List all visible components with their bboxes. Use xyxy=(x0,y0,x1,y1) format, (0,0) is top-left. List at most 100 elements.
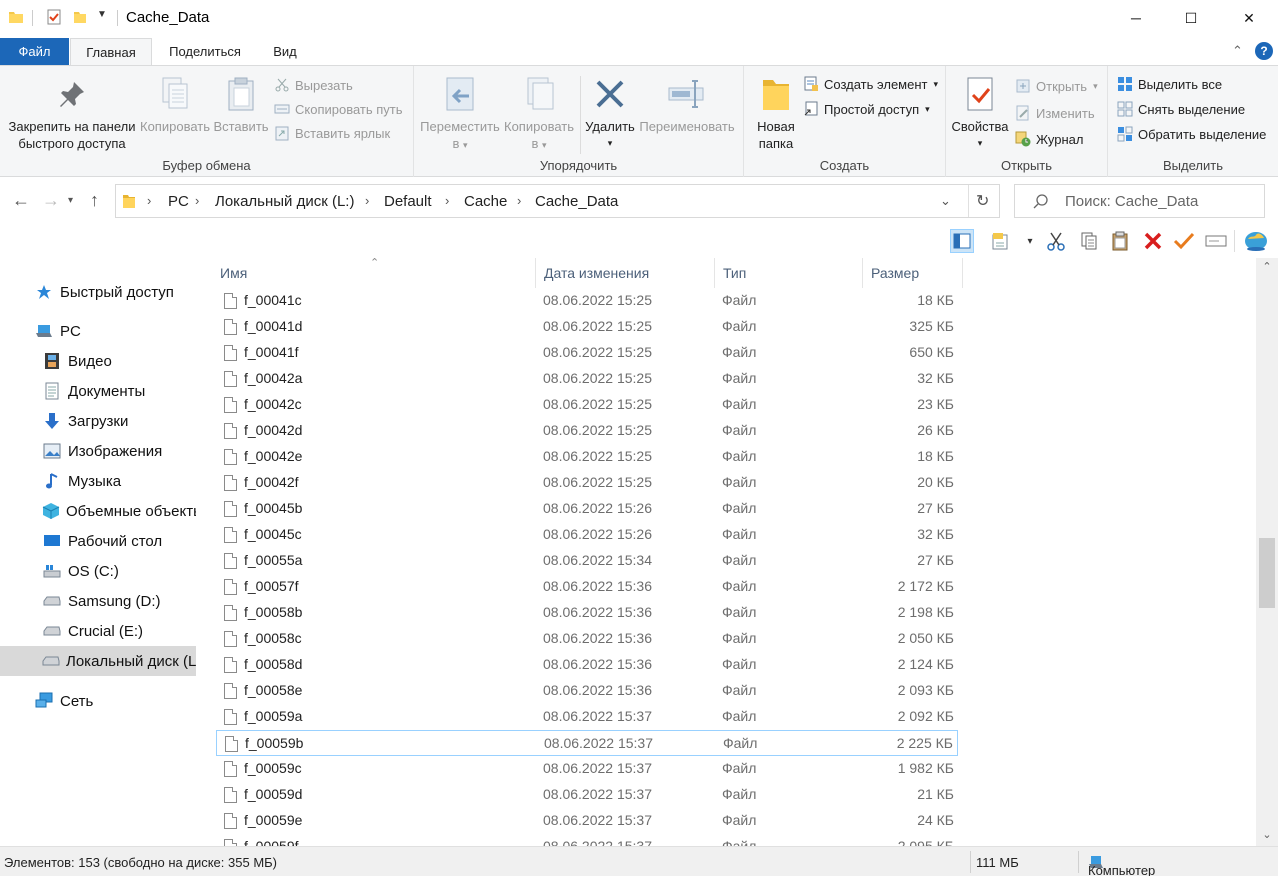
file-row[interactable]: f_00045c 08.06.2022 15:26 Файл 32 КБ xyxy=(216,522,958,548)
paste-shortcut-button[interactable]: Вставить ярлык xyxy=(273,122,390,144)
nav-item-documents[interactable]: Документы xyxy=(0,376,196,406)
open-button[interactable]: Открыть ▾ xyxy=(1014,75,1098,97)
file-row[interactable]: f_00041c 08.06.2022 15:25 Файл 18 КБ xyxy=(216,288,958,314)
preview-pane-icon[interactable] xyxy=(950,229,974,253)
refresh-icon[interactable]: ↻ xyxy=(976,191,989,211)
file-row[interactable]: f_00059e 08.06.2022 15:37 Файл 24 КБ xyxy=(216,808,958,834)
breadcrumb-separator[interactable]: › xyxy=(147,193,151,208)
properties-button[interactable]: Свойства ▾ xyxy=(948,72,1012,152)
customize-quick-access-icon[interactable]: ▼ xyxy=(97,9,107,20)
breadcrumb-cache[interactable]: Cache xyxy=(464,193,507,210)
file-row[interactable]: f_00042e 08.06.2022 15:25 Файл 18 КБ xyxy=(216,444,958,470)
nav-item-crucial-e[interactable]: Crucial (E:) xyxy=(0,616,196,646)
breadcrumb-default[interactable]: Default xyxy=(384,193,432,210)
file-row[interactable]: f_00042f 08.06.2022 15:25 Файл 20 КБ xyxy=(216,470,958,496)
file-row[interactable]: f_00042d 08.06.2022 15:25 Файл 26 КБ xyxy=(216,418,958,444)
file-row[interactable]: f_00058b 08.06.2022 15:36 Файл 2 198 КБ xyxy=(216,600,958,626)
cut-icon[interactable] xyxy=(1044,229,1068,253)
address-bar[interactable]: › PC › Локальный диск (L:) › Default › C… xyxy=(115,184,1000,218)
help-icon[interactable]: ? xyxy=(1255,42,1273,60)
file-row[interactable]: f_00041d 08.06.2022 15:25 Файл 325 КБ xyxy=(216,314,958,340)
move-to-button[interactable]: Переместить в ▾ xyxy=(418,72,502,154)
properties-panel-icon[interactable] xyxy=(988,229,1012,253)
file-row[interactable]: f_00059b 08.06.2022 15:37 Файл 2 225 КБ xyxy=(216,730,958,756)
nav-item-quick-access[interactable]: Быстрый доступ xyxy=(0,277,196,307)
copy-icon[interactable] xyxy=(1077,229,1101,253)
nav-item-pc[interactable]: PC xyxy=(0,316,196,346)
nav-item-video[interactable]: Видео xyxy=(0,346,196,376)
file-row[interactable]: f_00041f 08.06.2022 15:25 Файл 650 КБ xyxy=(216,340,958,366)
file-row[interactable]: f_00042a 08.06.2022 15:25 Файл 32 КБ xyxy=(216,366,958,392)
file-row[interactable]: f_00058d 08.06.2022 15:36 Файл 2 124 КБ xyxy=(216,652,958,678)
scroll-up-arrow-icon[interactable]: ⌃ xyxy=(1256,260,1278,273)
file-row[interactable]: f_00058e 08.06.2022 15:36 Файл 2 093 КБ xyxy=(216,678,958,704)
network-globe-icon[interactable] xyxy=(1244,229,1268,253)
delete-icon[interactable] xyxy=(1141,229,1165,253)
easy-access-button[interactable]: Простой доступ ▾ xyxy=(802,98,930,120)
cut-button[interactable]: Вырезать xyxy=(273,74,353,96)
nav-item-pictures[interactable]: Изображения xyxy=(0,436,196,466)
copy-to-button[interactable]: Копировать в ▾ xyxy=(502,72,576,154)
nav-item-3d-objects[interactable]: Объемные объекты xyxy=(0,496,196,526)
file-row[interactable]: f_00045b 08.06.2022 15:26 Файл 27 КБ xyxy=(216,496,958,522)
file-row[interactable]: f_00042c 08.06.2022 15:25 Файл 23 КБ xyxy=(216,392,958,418)
nav-item-local-disk-l[interactable]: Локальный диск (L:) xyxy=(0,646,196,676)
rename-button[interactable]: Переименовать xyxy=(636,72,738,135)
pin-quick-access-button[interactable]: Закрепить на панели быстрого доступа xyxy=(6,72,138,152)
close-button[interactable]: ✕ xyxy=(1220,0,1278,36)
tab-view[interactable]: Вид xyxy=(262,38,308,66)
file-row[interactable]: f_00059f 08.06.2022 15:37 Файл 2 095 КБ xyxy=(216,834,958,846)
address-dropdown-chevron-icon[interactable]: ⌄ xyxy=(940,193,951,209)
file-row[interactable]: f_00055a 08.06.2022 15:34 Файл 27 КБ xyxy=(216,548,958,574)
column-header-date[interactable]: Дата изменения xyxy=(536,258,715,288)
file-row[interactable]: f_00059d 08.06.2022 15:37 Файл 21 КБ xyxy=(216,782,958,808)
delete-button[interactable]: Удалить ▾ xyxy=(584,72,636,152)
vertical-scrollbar[interactable]: ⌃ ⌄ xyxy=(1256,258,1278,846)
new-folder-quick-icon[interactable] xyxy=(72,9,88,25)
rename-icon[interactable] xyxy=(1204,229,1228,253)
scrollbar-thumb[interactable] xyxy=(1259,538,1275,608)
forward-arrow-icon[interactable]: → xyxy=(42,190,60,211)
scroll-down-arrow-icon[interactable]: ⌄ xyxy=(1256,828,1278,841)
breadcrumb-separator[interactable]: › xyxy=(195,193,199,208)
nav-item-music[interactable]: Музыка xyxy=(0,466,196,496)
history-button[interactable]: Журнал xyxy=(1014,128,1083,150)
back-arrow-icon[interactable]: ← xyxy=(12,190,30,211)
breadcrumb-separator[interactable]: › xyxy=(517,193,521,208)
search-input[interactable]: Поиск: Cache_Data xyxy=(1014,184,1265,218)
file-row[interactable]: f_00058c 08.06.2022 15:36 Файл 2 050 КБ xyxy=(216,626,958,652)
tab-file[interactable]: Файл xyxy=(0,38,69,66)
edit-button[interactable]: Изменить xyxy=(1014,102,1095,124)
nav-item-os-c[interactable]: OS (C:) xyxy=(0,556,196,586)
paste-button[interactable]: Вставить xyxy=(212,72,270,135)
toolbar-options-chevron-icon[interactable]: ▾ xyxy=(1018,229,1042,253)
file-row[interactable]: f_00057f 08.06.2022 15:36 Файл 2 172 КБ xyxy=(216,574,958,600)
file-row[interactable]: f_00059c 08.06.2022 15:37 Файл 1 982 КБ xyxy=(216,756,958,782)
copy-button[interactable]: Копировать xyxy=(138,72,212,135)
up-arrow-icon[interactable]: ↑ xyxy=(90,190,99,211)
invert-selection-button[interactable]: Обратить выделение xyxy=(1116,123,1266,145)
nav-item-samsung-d[interactable]: Samsung (D:) xyxy=(0,586,196,616)
select-none-button[interactable]: Снять выделение xyxy=(1116,98,1245,120)
column-header-name[interactable]: Имя xyxy=(212,258,536,288)
minimize-button[interactable]: ─ xyxy=(1107,0,1165,36)
breadcrumb-local-disk[interactable]: Локальный диск (L:) xyxy=(215,193,354,210)
paste-icon[interactable] xyxy=(1108,229,1132,253)
maximize-button[interactable]: ☐ xyxy=(1162,0,1220,36)
recent-locations-chevron-icon[interactable]: ▾ xyxy=(68,195,73,206)
new-folder-button[interactable]: Новая папка xyxy=(748,72,804,152)
nav-item-network[interactable]: Сеть xyxy=(0,686,196,716)
tab-home[interactable]: Главная xyxy=(70,38,152,67)
tab-share[interactable]: Поделиться xyxy=(160,38,250,66)
nav-item-desktop[interactable]: Рабочий стол xyxy=(0,526,196,556)
file-row[interactable]: f_00059a 08.06.2022 15:37 Файл 2 092 КБ xyxy=(216,704,958,730)
new-item-button[interactable]: Создать элемент ▾ xyxy=(802,73,938,95)
breadcrumb-pc[interactable]: PC xyxy=(168,193,189,210)
column-header-size[interactable]: Размер xyxy=(863,258,963,288)
breadcrumb-separator[interactable]: › xyxy=(445,193,449,208)
collapse-ribbon-icon[interactable]: ⌃ xyxy=(1232,43,1243,59)
properties-quick-icon[interactable] xyxy=(46,9,62,25)
breadcrumb-cache-data[interactable]: Cache_Data xyxy=(535,193,618,210)
breadcrumb-separator[interactable]: › xyxy=(365,193,369,208)
column-header-type[interactable]: Тип xyxy=(715,258,863,288)
